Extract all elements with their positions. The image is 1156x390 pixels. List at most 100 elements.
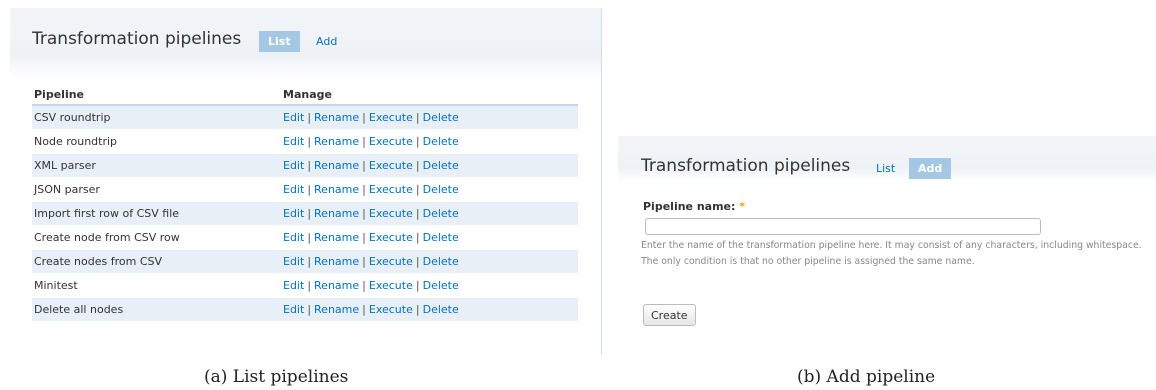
action-separator: |: [415, 183, 420, 196]
delete-link[interactable]: Delete: [423, 111, 459, 124]
pipeline-name-cell: Node roundtrip: [32, 129, 281, 154]
table-row: CSV roundtrip Edit | Rename | Execute | Delete: [32, 105, 578, 130]
execute-link[interactable]: Execute: [369, 255, 413, 268]
edit-link[interactable]: Edit: [283, 279, 304, 292]
action-separator: |: [307, 183, 312, 196]
action-separator: |: [415, 207, 420, 220]
pipeline-name-label: Pipeline name: *: [643, 200, 745, 213]
action-separator: |: [415, 231, 420, 244]
action-separator: |: [307, 303, 312, 316]
delete-link[interactable]: Delete: [423, 231, 459, 244]
tab-list[interactable]: List: [867, 158, 904, 179]
action-separator: |: [307, 111, 312, 124]
tab-list[interactable]: List: [259, 31, 300, 52]
edit-link[interactable]: Edit: [283, 255, 304, 268]
table-row: Minitest Edit | Rename | Execute | Delete: [32, 273, 578, 298]
required-marker: *: [739, 200, 746, 213]
table-row: Import first row of CSV file Edit | Rename |…: [32, 201, 578, 226]
add-panel-header: Transformation pipelines List Add: [618, 136, 1156, 182]
edit-link[interactable]: Edit: [283, 303, 304, 316]
table-row: Delete all nodes Edit | Rename | Execute | Dele…: [32, 297, 578, 322]
action-separator: |: [307, 231, 312, 244]
delete-link[interactable]: Delete: [423, 303, 459, 316]
column-header-manage: Manage: [281, 84, 578, 106]
table-header-row: Pipeline Manage: [32, 84, 578, 106]
edit-link[interactable]: Edit: [283, 231, 304, 244]
caption-add-pipeline: (b) Add pipeline: [797, 367, 936, 387]
delete-link[interactable]: Delete: [423, 183, 459, 196]
pipeline-name-cell: JSON parser: [32, 177, 281, 202]
rename-link[interactable]: Rename: [314, 231, 359, 244]
manage-cell: Edit | Rename | Execute | Delete: [281, 105, 578, 130]
table-row: Node roundtrip Edit | Rename | Execute | Delete: [32, 129, 578, 154]
action-separator: |: [307, 159, 312, 172]
action-separator: |: [415, 135, 420, 148]
action-separator: |: [307, 135, 312, 148]
execute-link[interactable]: Execute: [369, 159, 413, 172]
action-separator: |: [415, 159, 420, 172]
edit-link[interactable]: Edit: [283, 183, 304, 196]
pipeline-name-cell: CSV roundtrip: [32, 105, 281, 130]
delete-link[interactable]: Delete: [423, 159, 459, 172]
execute-link[interactable]: Execute: [369, 279, 413, 292]
action-separator: |: [362, 255, 366, 268]
action-separator: |: [362, 207, 366, 220]
list-pipelines-panel: Transformation pipelines List Add Pipeli…: [10, 8, 602, 355]
manage-cell: Edit | Rename | Execute | Delete: [281, 273, 578, 298]
action-separator: |: [362, 279, 366, 292]
tab-add[interactable]: Add: [307, 31, 346, 52]
delete-link[interactable]: Delete: [423, 207, 459, 220]
add-pipeline-panel: Transformation pipelines List Add Pipeli…: [618, 136, 1156, 355]
execute-link[interactable]: Execute: [369, 303, 413, 316]
action-separator: |: [415, 255, 420, 268]
execute-link[interactable]: Execute: [369, 111, 413, 124]
action-separator: |: [307, 207, 312, 220]
delete-link[interactable]: Delete: [423, 279, 459, 292]
edit-link[interactable]: Edit: [283, 159, 304, 172]
manage-cell: Edit | Rename | Execute | Delete: [281, 177, 578, 202]
table-row: XML parser Edit | Rename | Execute | Delete: [32, 153, 578, 178]
pipeline-name-cell: Import first row of CSV file: [32, 201, 281, 226]
action-separator: |: [415, 111, 420, 124]
page-title: Transformation pipelines: [32, 29, 242, 49]
table-row: Create node from CSV row Edit | Rename | Exec…: [32, 225, 578, 250]
rename-link[interactable]: Rename: [314, 159, 359, 172]
rename-link[interactable]: Rename: [314, 207, 359, 220]
create-button[interactable]: Create: [643, 304, 696, 326]
action-separator: |: [415, 303, 420, 316]
pipeline-name-input[interactable]: [645, 218, 1041, 235]
execute-link[interactable]: Execute: [369, 231, 413, 244]
rename-link[interactable]: Rename: [314, 183, 359, 196]
action-separator: |: [415, 279, 420, 292]
execute-link[interactable]: Execute: [369, 207, 413, 220]
rename-link[interactable]: Rename: [314, 279, 359, 292]
manage-cell: Edit | Rename | Execute | Delete: [281, 297, 578, 322]
action-separator: |: [362, 111, 366, 124]
rename-link[interactable]: Rename: [314, 111, 359, 124]
rename-link[interactable]: Rename: [314, 135, 359, 148]
edit-link[interactable]: Edit: [283, 135, 304, 148]
pipeline-name-cell: Create node from CSV row: [32, 225, 281, 250]
table-row: JSON parser Edit | Rename | Execute | Delete: [32, 177, 578, 202]
column-header-pipeline: Pipeline: [32, 84, 281, 106]
manage-cell: Edit | Rename | Execute | Delete: [281, 153, 578, 178]
execute-link[interactable]: Execute: [369, 183, 413, 196]
rename-link[interactable]: Rename: [314, 255, 359, 268]
action-separator: |: [362, 183, 366, 196]
list-panel-header: Transformation pipelines List Add: [10, 8, 601, 78]
pipeline-name-cell: XML parser: [32, 153, 281, 178]
edit-link[interactable]: Edit: [283, 111, 304, 124]
action-separator: |: [307, 279, 312, 292]
rename-link[interactable]: Rename: [314, 303, 359, 316]
delete-link[interactable]: Delete: [423, 255, 459, 268]
table-row: Create nodes from CSV Edit | Rename | Execute…: [32, 249, 578, 274]
tab-add[interactable]: Add: [909, 158, 952, 179]
manage-cell: Edit | Rename | Execute | Delete: [281, 129, 578, 154]
edit-link[interactable]: Edit: [283, 207, 304, 220]
execute-link[interactable]: Execute: [369, 135, 413, 148]
action-separator: |: [362, 135, 366, 148]
pipeline-name-label-text: Pipeline name:: [643, 200, 736, 213]
action-separator: |: [307, 255, 312, 268]
pipeline-name-cell: Delete all nodes: [32, 297, 281, 322]
delete-link[interactable]: Delete: [423, 135, 459, 148]
